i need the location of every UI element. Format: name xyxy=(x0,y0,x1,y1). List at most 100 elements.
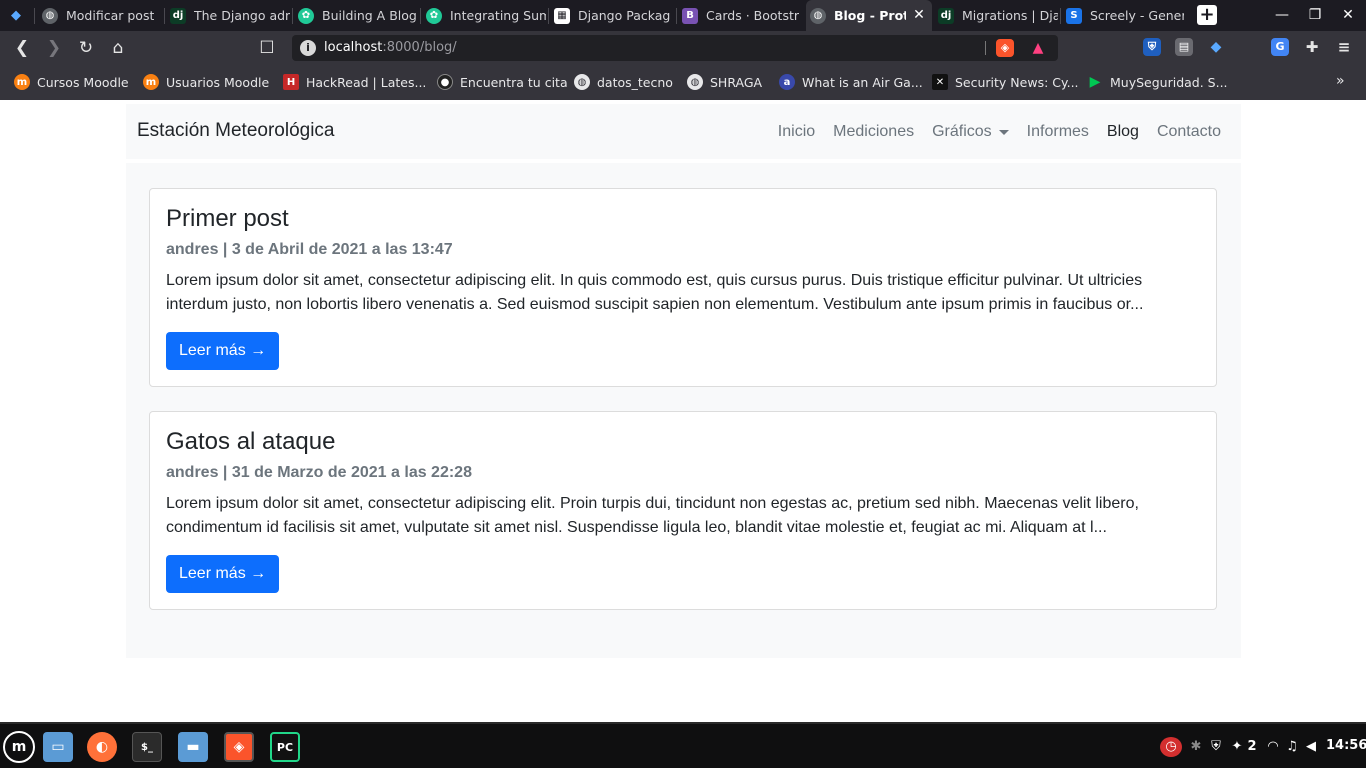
menu-icon[interactable]: ≡ xyxy=(1335,38,1353,56)
maximize-icon[interactable]: ❐ xyxy=(1305,5,1325,25)
os-taskbar: m ▭ ◐ $_ ▬ ◈ PC ◷ ✱ ⛨ ✦ 2 ◠ ♫ ◀ 14:56 xyxy=(0,722,1366,768)
post-meta: andres | 31 de Marzo de 2021 a las 22:28 xyxy=(166,464,472,481)
clock[interactable]: 14:56 xyxy=(1326,738,1366,753)
globe-icon: ◍ xyxy=(42,7,58,24)
globe-icon: ◍ xyxy=(687,74,703,90)
moodle-icon: m xyxy=(143,74,159,90)
hackread-icon: H xyxy=(283,74,299,90)
globe-icon: ◍ xyxy=(810,7,826,24)
site-brand[interactable]: Estación Meteorológica xyxy=(137,120,335,142)
brave-shields-icon[interactable]: ◈ xyxy=(996,39,1014,57)
nav-graficos-label: Gráficos xyxy=(932,123,992,140)
extension-icon[interactable]: ▤ xyxy=(1175,38,1193,56)
nav-mediciones[interactable]: Mediciones xyxy=(833,123,914,141)
folder-icon[interactable]: ▬ xyxy=(178,732,208,762)
bookmark-security-news[interactable]: ✕ Security News: Cy... xyxy=(932,73,1079,91)
python-icon: ✿ xyxy=(426,7,442,24)
nav-graficos[interactable]: Gráficos xyxy=(932,123,1009,141)
django-icon: dj xyxy=(170,7,186,24)
flag-icon: ▶ xyxy=(1089,74,1101,90)
globe-icon: ◍ xyxy=(574,74,590,90)
post-excerpt: Lorem ipsum dolor sit amet, consectetur … xyxy=(166,272,1144,313)
tab-screely[interactable]: S Screely - Gener xyxy=(1066,0,1184,31)
bookmark-shraga[interactable]: ◍ SHRAGA xyxy=(687,73,762,91)
shield-icon[interactable]: ⛨ xyxy=(1207,737,1225,757)
browser-toolbar: ❮ ❯ ↻ ⌂ ☐ i localhost:8000/blog/ ◈ ▲ ⛨ ▤… xyxy=(0,31,1366,65)
info-icon[interactable]: i xyxy=(300,40,316,56)
post-card: Primer post andres | 3 de Abril de 2021 … xyxy=(149,188,1217,387)
mint-menu-icon[interactable]: m xyxy=(3,731,35,763)
bookmark-hackread[interactable]: H HackRead | Lates... xyxy=(283,73,426,91)
read-more-button[interactable]: Leer más → xyxy=(166,332,280,370)
nav-blog[interactable]: Blog xyxy=(1107,123,1139,141)
tab-django-packages[interactable]: ▦ Django Packag xyxy=(554,0,674,31)
brave-rewards-icon[interactable]: ▲ xyxy=(1029,39,1047,57)
tab-building-blog[interactable]: ✿ Building A Blog xyxy=(298,0,418,31)
web-page: Estación Meteorológica Inicio Mediciones… xyxy=(0,100,1366,722)
bookmark-usuarios-moodle[interactable]: m Usuarios Moodle xyxy=(143,73,269,91)
back-icon[interactable]: ❮ xyxy=(11,37,33,59)
notification-icon[interactable]: ✦ xyxy=(1228,737,1246,757)
nav-links: Inicio Mediciones Gráficos Informes Blog… xyxy=(760,123,1221,141)
screely-icon: S xyxy=(1066,7,1082,24)
bookmark-icon[interactable]: ☐ xyxy=(256,37,278,59)
read-more-button[interactable]: Leer más → xyxy=(166,555,280,593)
tab-strip: ◆ ◍ Modificar post dj The Django adm ✿ B… xyxy=(0,0,1366,31)
post-title: Primer post xyxy=(166,205,289,232)
nav-contacto[interactable]: Contacto xyxy=(1157,123,1221,141)
tab-pinned[interactable]: ◆ xyxy=(8,0,32,31)
bookmark-muyseguridad[interactable]: ▶ MuySeguridad. S... xyxy=(1087,73,1228,91)
django-icon: dj xyxy=(938,7,954,24)
python-icon: ✿ xyxy=(298,7,314,24)
nav-inicio[interactable]: Inicio xyxy=(778,123,815,141)
address-bar[interactable]: i localhost:8000/blog/ ◈ ▲ xyxy=(292,35,1058,61)
bookmark-air-gap[interactable]: a What is an Air Ga... xyxy=(779,73,923,91)
pycharm-icon[interactable]: PC xyxy=(270,732,300,762)
terminal-icon[interactable]: $_ xyxy=(132,732,162,762)
translate-icon[interactable]: G xyxy=(1271,38,1289,56)
puzzle-icon[interactable]: ✚ xyxy=(1303,38,1321,56)
tab-django-admin[interactable]: dj The Django adm xyxy=(170,0,290,31)
brave-icon[interactable]: ◈ xyxy=(224,732,254,762)
more-bookmarks-icon[interactable]: » xyxy=(1336,73,1345,89)
grid-icon: ▦ xyxy=(554,7,570,24)
airgap-icon: a xyxy=(779,74,795,90)
forward-icon[interactable]: ❯ xyxy=(43,37,65,59)
reload-icon[interactable]: ↻ xyxy=(75,37,97,59)
firefox-icon[interactable]: ◐ xyxy=(87,732,117,762)
diamond-extension-icon[interactable]: ◆ xyxy=(1207,38,1225,56)
timer-icon[interactable]: ◷ xyxy=(1160,737,1182,757)
bookmark-cursos-moodle[interactable]: m Cursos Moodle xyxy=(14,73,129,91)
url-text[interactable]: localhost:8000/blog/ xyxy=(324,40,457,55)
minimize-icon[interactable]: — xyxy=(1272,5,1292,25)
bookmark-encuentra-cita[interactable]: ● Encuentra tu cita xyxy=(437,73,568,91)
music-icon[interactable]: ♫ xyxy=(1284,737,1300,757)
home-icon[interactable]: ⌂ xyxy=(107,37,129,59)
post-title: Gatos al ataque xyxy=(166,428,336,455)
bookmark-datos-tecno[interactable]: ◍ datos_tecno xyxy=(574,73,673,91)
nav-informes[interactable]: Informes xyxy=(1027,123,1089,141)
tab-integrating-summernote[interactable]: ✿ Integrating Sum xyxy=(426,0,546,31)
close-tab-icon[interactable]: ✕ xyxy=(910,6,928,24)
post-excerpt: Lorem ipsum dolor sit amet, consectetur … xyxy=(166,495,1139,536)
bookmarks-bar: m Cursos Moodle m Usuarios Moodle H Hack… xyxy=(0,65,1366,100)
wifi-icon[interactable]: ◠ xyxy=(1264,737,1282,757)
close-window-icon[interactable]: ✕ xyxy=(1338,5,1358,25)
new-tab-button[interactable]: + xyxy=(1197,5,1217,25)
files-icon[interactable]: ▭ xyxy=(43,732,73,762)
bitwarden-icon[interactable]: ⛨ xyxy=(1143,38,1161,56)
post-meta: andres | 3 de Abril de 2021 a las 13:47 xyxy=(166,241,453,258)
site-navbar: Estación Meteorológica Inicio Mediciones… xyxy=(126,104,1241,159)
tab-bootstrap-cards[interactable]: B Cards · Bootstr xyxy=(682,0,802,31)
bluetooth-icon[interactable]: ✱ xyxy=(1188,737,1204,757)
tab-migrations[interactable]: dj Migrations | Dja xyxy=(938,0,1058,31)
post-card: Gatos al ataque andres | 31 de Marzo de … xyxy=(149,411,1217,610)
moodle-icon: m xyxy=(14,74,30,90)
tab-modificar-post[interactable]: ◍ Modificar post xyxy=(42,0,162,31)
bootstrap-icon: B xyxy=(682,7,698,24)
caret-down-icon xyxy=(998,129,1009,135)
security-news-icon: ✕ xyxy=(932,74,948,90)
notification-count: 2 xyxy=(1247,739,1257,754)
volume-icon[interactable]: ◀ xyxy=(1302,737,1320,757)
circle-icon: ● xyxy=(437,74,453,90)
